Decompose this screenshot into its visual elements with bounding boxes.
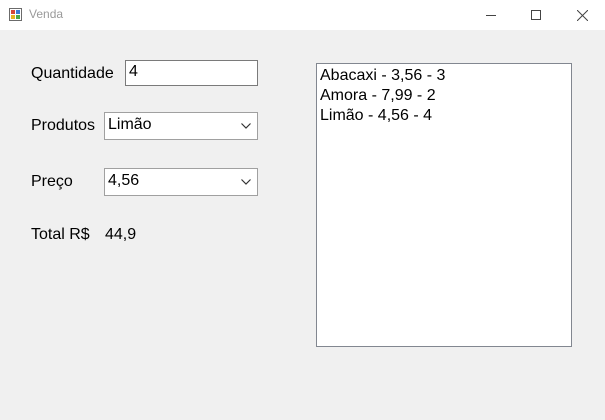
list-item[interactable]: Abacaxi - 3,56 - 3 [320, 66, 571, 86]
window-title: Venda [29, 7, 64, 21]
quantidade-label: Quantidade [31, 65, 114, 82]
preco-selected-value: 4,56 [108, 172, 140, 189]
title-bar[interactable]: Venda [0, 0, 605, 30]
close-icon [576, 9, 588, 21]
close-button[interactable] [559, 0, 605, 30]
total-value: 44,9 [105, 226, 137, 243]
maximize-button[interactable] [513, 0, 559, 30]
list-item[interactable]: Limão - 4,56 - 4 [320, 106, 571, 126]
list-item[interactable]: Amora - 7,99 - 2 [320, 86, 571, 106]
sales-listbox[interactable]: Abacaxi - 3,56 - 3 Amora - 7,99 - 2 Limã… [316, 63, 572, 347]
produtos-selected-value: Limão [108, 116, 152, 133]
total-label: Total R$ [31, 226, 90, 243]
maximize-icon [531, 10, 541, 20]
chevron-down-icon[interactable] [238, 113, 254, 139]
minimize-button[interactable] [468, 0, 514, 30]
produtos-label: Produtos [31, 117, 96, 134]
minimize-icon [486, 15, 496, 16]
sale-window: Venda Quantidade 4 Produtos Limão Preço [0, 0, 605, 420]
quantidade-input[interactable]: 4 [125, 60, 258, 86]
chevron-down-icon[interactable] [238, 169, 254, 195]
produtos-select[interactable]: Limão [104, 112, 258, 140]
preco-label: Preço [31, 173, 73, 190]
app-icon [9, 8, 22, 21]
preco-select[interactable]: 4,56 [104, 168, 258, 196]
